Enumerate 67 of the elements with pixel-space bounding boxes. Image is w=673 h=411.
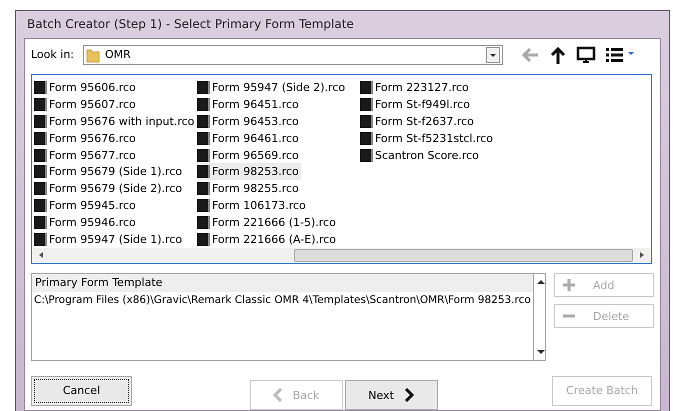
file-icon — [34, 80, 47, 94]
file-icon — [34, 165, 47, 178]
file-item[interactable]: Form 95676 with input.rco — [34, 112, 196, 130]
file-item[interactable]: Form 221666 (1-5).rco — [197, 214, 338, 232]
file-icon — [360, 98, 373, 111]
file-icon — [197, 182, 210, 196]
file-icon — [197, 216, 210, 230]
file-item[interactable]: Form 96453.rco — [197, 112, 301, 130]
file-icon — [34, 114, 47, 128]
file-icon — [34, 232, 47, 246]
file-icon — [197, 165, 210, 178]
file-icon — [34, 132, 47, 145]
look-in-label: Look in: — [31, 48, 74, 61]
file-item[interactable]: Form St-f2637.rco — [360, 112, 476, 130]
file-icon — [34, 199, 47, 212]
file-icon — [34, 148, 47, 162]
scrollbar-thumb[interactable] — [294, 248, 633, 262]
file-item[interactable]: Form 96451.rco — [197, 96, 301, 113]
file-item[interactable]: Form 96569.rco — [197, 146, 301, 164]
horizontal-scrollbar[interactable] — [32, 248, 651, 263]
cancel-button[interactable]: Cancel — [31, 376, 132, 406]
file-item[interactable]: Form 95947 (Side 2).rco — [197, 79, 348, 96]
template-path[interactable]: C:\Program Files (x86)\Gravic\Remark Classic OMR 4\Templates\Scantron\OMR\Form 98253.rco — [32, 292, 533, 308]
file-item[interactable]: Form 95676.rco — [34, 130, 138, 147]
file-item[interactable]: Form 95947 (Side 1).rco — [34, 231, 184, 248]
file-icon — [34, 182, 47, 196]
chevron-right-icon — [404, 388, 414, 402]
file-item[interactable]: Form 96461.rco — [197, 130, 301, 147]
file-icon — [197, 148, 210, 162]
plus-icon — [563, 279, 575, 291]
window-title: Batch Creator (Step 1) - Select Primary Form Template — [26, 16, 355, 33]
next-button[interactable]: Next — [344, 380, 438, 410]
column-header: Primary Form Template — [32, 274, 533, 292]
look-in-dropdown[interactable]: OMR — [83, 44, 503, 64]
file-item[interactable]: Form St-f949l.rco — [360, 96, 472, 113]
file-icon — [34, 98, 47, 111]
view-menu-icon[interactable] — [605, 46, 635, 64]
up-arrow-icon[interactable] — [549, 44, 567, 64]
file-item[interactable]: Form 95677.rco — [34, 146, 138, 164]
file-icon — [197, 114, 210, 128]
desktop-icon[interactable] — [576, 46, 596, 64]
file-item[interactable]: Scantron Score.rco — [360, 146, 481, 164]
vertical-scrollbar[interactable] — [532, 274, 548, 360]
folder-icon — [86, 46, 100, 62]
file-icon — [360, 148, 373, 162]
file-item[interactable]: Form St-f5231stcl.rco — [360, 130, 496, 147]
file-icon — [360, 132, 373, 145]
file-item[interactable]: Form 98255.rco — [197, 180, 301, 198]
file-item[interactable]: Form 95607.rco — [34, 96, 138, 113]
file-item[interactable]: Form 98253.rco — [197, 163, 301, 180]
file-icon — [197, 132, 210, 145]
file-item[interactable]: Form 95946.rco — [34, 214, 138, 232]
file-icon — [197, 80, 210, 94]
file-item[interactable]: Form 95606.rco — [34, 79, 138, 96]
chevron-left-icon — [272, 388, 283, 402]
file-icon — [360, 80, 373, 94]
file-item[interactable]: Form 223127.rco — [360, 79, 471, 96]
file-icon — [197, 98, 210, 111]
file-icon — [197, 199, 210, 212]
file-icon — [360, 114, 373, 128]
file-item[interactable]: Form 95945.rco — [34, 197, 138, 214]
file-icon — [34, 216, 47, 230]
file-item[interactable]: Form 221666 (A-E).rco — [197, 231, 338, 248]
file-icon — [197, 232, 210, 246]
file-item[interactable]: Form 106173.rco — [197, 197, 308, 214]
file-item[interactable]: Form 95679 (Side 2).rco — [34, 180, 184, 198]
file-item[interactable]: Form 95679 (Side 1).rco — [34, 163, 184, 180]
